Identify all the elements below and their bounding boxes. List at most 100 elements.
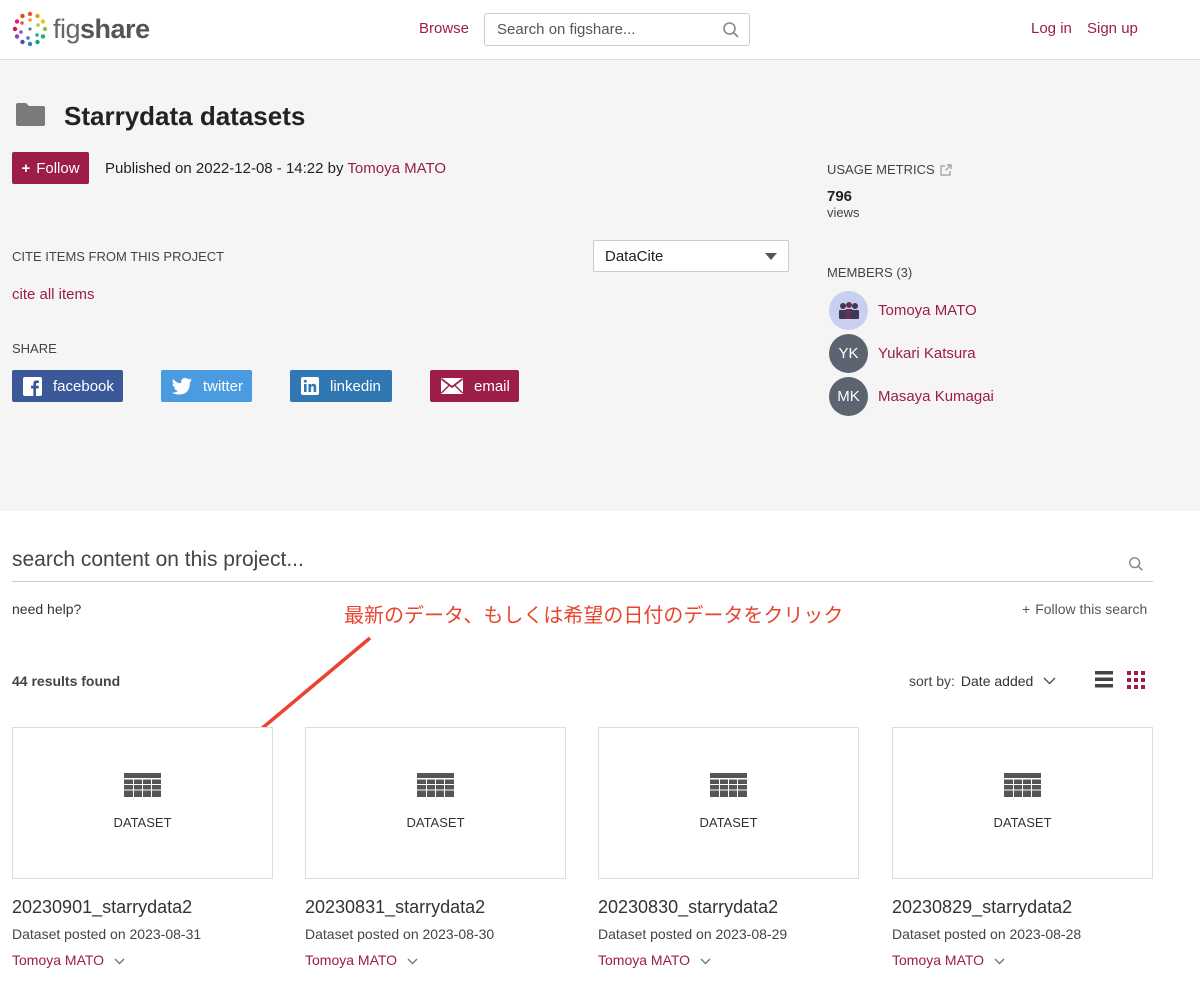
usage-metrics-link[interactable]: USAGE METRICS [827,162,952,177]
share-twitter-button[interactable]: twitter [161,370,252,402]
member-name[interactable]: Tomoya MATO [878,302,977,319]
dataset-date: Dataset posted on 2023-08-28 [892,926,1082,942]
figshare-logo-icon [12,11,48,47]
logo-text: figshare [53,13,150,44]
external-link-icon [940,163,952,176]
list-view-icon[interactable] [1095,671,1113,693]
dataset-date: Dataset posted on 2023-08-29 [598,926,788,942]
need-help-link[interactable]: need help? [12,601,81,617]
people-photo-icon [838,302,859,319]
chevron-down-icon [994,952,1005,968]
top-navbar: figshare Browse Log in Sign up [0,0,1200,60]
envelope-icon [441,378,463,394]
dataset-thumbnail[interactable]: DATASET [598,727,859,879]
views-label: views [827,205,860,220]
member-item[interactable]: MK Masaya Kumagai [829,376,994,416]
follow-button[interactable]: + Follow [12,152,89,184]
sort-label: sort by: [909,673,955,689]
follow-search-button[interactable]: + Follow this search [1022,601,1147,617]
dataset-card[interactable]: DATASET 20230829_starrydata2 Dataset pos… [892,727,1153,968]
search-icon[interactable] [722,21,740,44]
signup-link[interactable]: Sign up [1087,20,1138,37]
dataset-thumbnail[interactable]: DATASET [892,727,1153,879]
email-label: email [474,377,510,395]
views-count: 796 [827,188,853,205]
twitter-label: twitter [203,377,244,395]
cite-label: CITE ITEMS FROM THIS PROJECT [12,249,225,264]
facebook-icon [23,376,42,396]
grid-view-icon[interactable] [1127,671,1145,694]
dataset-title[interactable]: 20230901_starrydata2 [12,897,273,918]
project-title: Starrydata datasets [64,101,306,131]
dataset-type-label: DATASET [406,815,465,830]
dataset-card[interactable]: DATASET 20230901_starrydata2 Dataset pos… [12,727,273,968]
member-item[interactable]: YK Yukari Katsura [829,333,976,373]
dataset-table-icon [1004,773,1041,802]
avatar: YK [829,333,868,373]
plus-icon: + [1022,601,1031,617]
project-search-input[interactable] [12,548,1092,572]
twitter-icon [172,377,192,395]
results-count: 44 results found [12,673,121,689]
dataset-table-icon [124,773,161,802]
member-item[interactable]: Tomoya MATO [829,290,977,330]
published-text: Published on 2022-12-08 - 14:22 by [105,160,348,177]
published-author-link[interactable]: Tomoya MATO [347,160,446,177]
dataset-author[interactable]: Tomoya MATO [598,952,859,968]
dataset-author-name: Tomoya MATO [305,952,398,968]
chevron-down-icon [407,952,418,968]
search-icon[interactable] [1128,556,1144,577]
share-email-button[interactable]: email [430,370,519,402]
top-search-input[interactable] [497,21,717,38]
avatar [829,290,868,330]
folder-icon [16,103,45,131]
project-content-search [12,548,1153,582]
usage-metrics-label: USAGE METRICS [827,162,935,177]
dataset-table-icon [710,773,747,802]
facebook-label: facebook [53,377,114,395]
annotation-text: 最新のデータ、もしくは希望の日付のデータをクリック [344,605,844,627]
sort-value: Date added [960,673,1034,689]
dataset-thumbnail[interactable]: DATASET [12,727,273,879]
dataset-card[interactable]: DATASET 20230831_starrydata2 Dataset pos… [305,727,566,968]
share-linkedin-button[interactable]: linkedin [290,370,392,402]
dataset-table-icon [417,773,454,802]
top-search-box [484,13,750,46]
dataset-title[interactable]: 20230831_starrydata2 [305,897,566,918]
plus-icon: + [21,159,31,177]
member-name[interactable]: Yukari Katsura [878,345,976,362]
chevron-down-icon [700,952,711,968]
dataset-date: Dataset posted on 2023-08-31 [12,926,202,942]
dataset-author-name: Tomoya MATO [892,952,985,968]
citation-style-value: DataCite [605,248,664,265]
member-name[interactable]: Masaya Kumagai [878,388,994,405]
dataset-author-name: Tomoya MATO [12,952,105,968]
dataset-author[interactable]: Tomoya MATO [892,952,1153,968]
dataset-author[interactable]: Tomoya MATO [12,952,273,968]
published-info: Published on 2022-12-08 - 14:22 by Tomoy… [105,160,446,177]
figshare-logo[interactable]: figshare [11,10,150,48]
cite-all-link[interactable]: cite all items [12,286,95,303]
dataset-thumbnail[interactable]: DATASET [305,727,566,879]
browse-link[interactable]: Browse [419,20,469,37]
linkedin-icon [301,377,319,395]
dataset-author-name: Tomoya MATO [598,952,691,968]
dataset-type-label: DATASET [113,815,172,830]
share-facebook-button[interactable]: facebook [12,370,123,402]
dropdown-caret-icon [765,253,777,260]
share-label: SHARE [12,341,57,356]
dataset-title[interactable]: 20230829_starrydata2 [892,897,1153,918]
chevron-down-icon [1043,677,1056,685]
dataset-type-label: DATASET [993,815,1052,830]
citation-style-select[interactable]: DataCite [593,240,789,272]
linkedin-label: linkedin [330,377,381,395]
follow-search-label: Follow this search [1035,601,1148,617]
chevron-down-icon [114,952,125,968]
login-link[interactable]: Log in [1031,20,1072,37]
follow-label: Follow [36,159,80,177]
avatar: MK [829,376,868,416]
dataset-author[interactable]: Tomoya MATO [305,952,566,968]
sort-dropdown[interactable]: sort by: Date added [909,673,1056,689]
dataset-card[interactable]: DATASET 20230830_starrydata2 Dataset pos… [598,727,859,968]
dataset-title[interactable]: 20230830_starrydata2 [598,897,859,918]
